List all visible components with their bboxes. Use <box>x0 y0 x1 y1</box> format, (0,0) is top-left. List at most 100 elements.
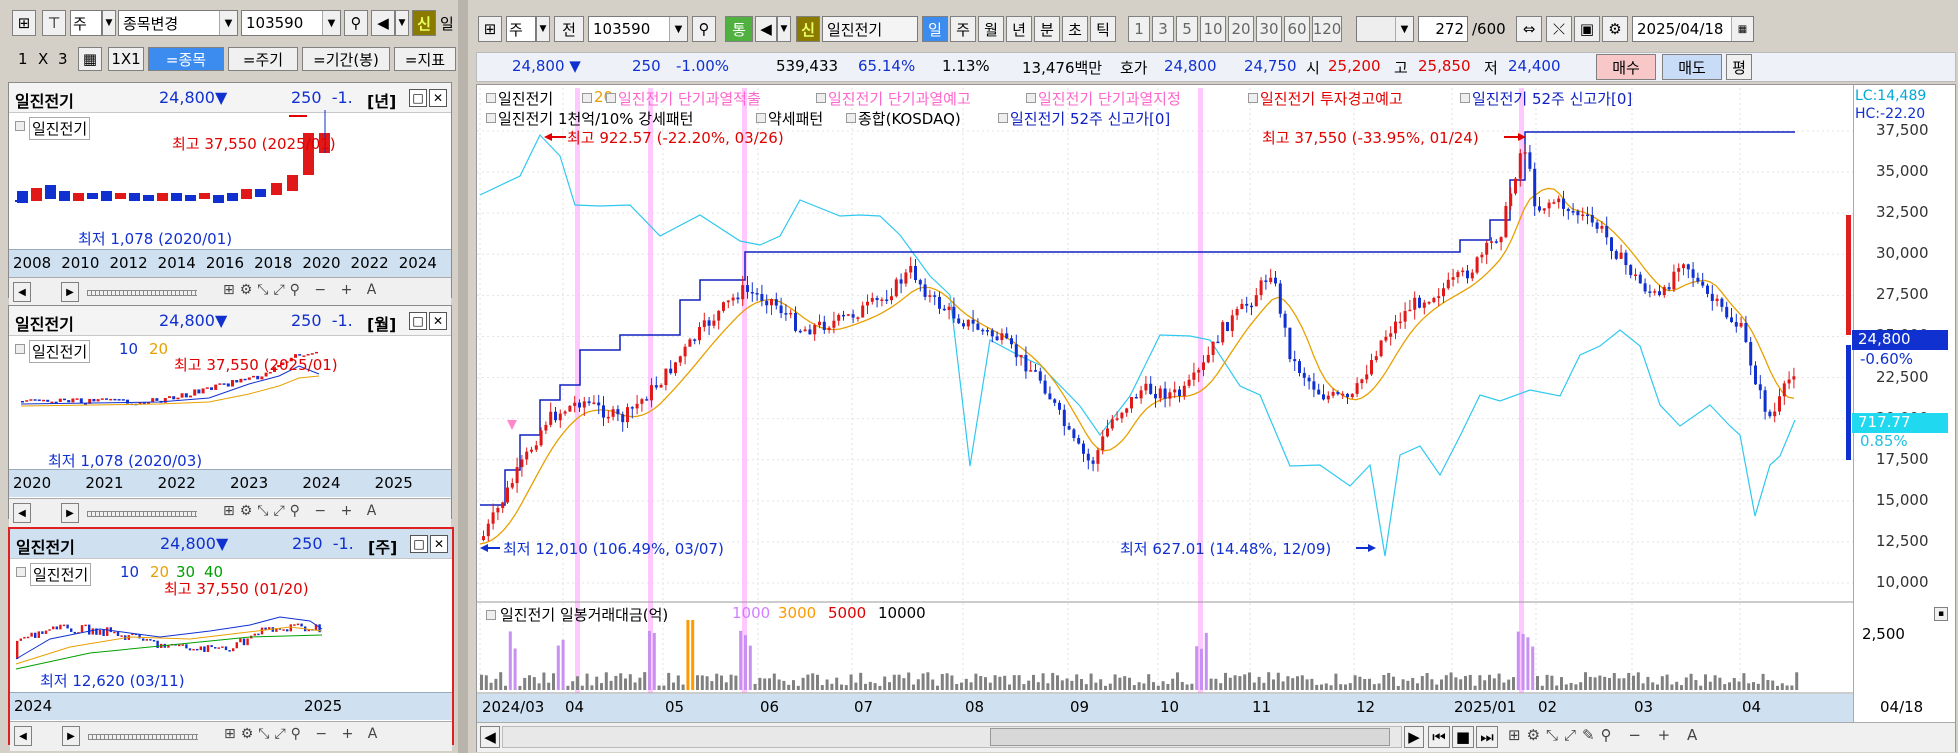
candle <box>1523 152 1527 154</box>
legend-checkbox[interactable] <box>1248 93 1258 103</box>
candle <box>1590 215 1594 223</box>
legend-checkbox[interactable] <box>486 113 496 123</box>
candle <box>1470 272 1474 279</box>
candle <box>1432 297 1436 303</box>
volume-bar <box>1651 682 1655 690</box>
candle <box>1355 383 1359 394</box>
scroll-left-icon[interactable]: ◀ <box>480 726 500 748</box>
legend-checkbox[interactable] <box>582 93 592 103</box>
legend-checkbox[interactable] <box>1460 93 1470 103</box>
volume-bar <box>878 685 882 690</box>
volume-bar <box>1545 674 1549 690</box>
legend-checkbox[interactable] <box>486 93 496 103</box>
stop-icon[interactable]: ■ <box>1452 726 1474 748</box>
candle <box>1384 336 1388 341</box>
volume-bar <box>1593 677 1597 690</box>
volume-bar <box>897 674 901 690</box>
candle <box>904 272 908 284</box>
candle <box>736 297 740 300</box>
candle <box>717 310 721 321</box>
legend-checkbox[interactable] <box>486 610 496 620</box>
candle <box>587 401 591 404</box>
candle <box>1485 242 1489 255</box>
volume-bar <box>561 639 565 690</box>
volume-bar <box>1382 674 1386 690</box>
volume-legend-item: 일진전기 일봉거래대금(억) <box>500 606 669 624</box>
x-axis-label: 04 <box>1742 698 1762 716</box>
volume-bar <box>940 674 944 690</box>
volume-bar <box>1372 684 1376 690</box>
last-icon[interactable]: ⏭ <box>1476 726 1498 748</box>
candle <box>1398 321 1402 324</box>
volume-bar <box>633 682 637 690</box>
volume-bar <box>571 681 575 690</box>
candle <box>846 314 850 316</box>
candle <box>1691 269 1695 278</box>
volume-bar <box>1180 682 1184 690</box>
tool-icons[interactable]: ⊞⚙⤡⤢✎⚲ − + A <box>1508 726 1703 744</box>
candle <box>1389 333 1393 337</box>
volume-bar <box>1204 632 1208 690</box>
candle <box>832 320 836 328</box>
legend-checkbox[interactable] <box>756 113 766 123</box>
volume-bar <box>523 677 527 690</box>
candle <box>986 330 989 332</box>
volume-bar <box>1012 675 1016 690</box>
candle <box>645 399 649 401</box>
volume-bar <box>513 648 517 690</box>
legend-checkbox[interactable] <box>606 93 616 103</box>
volume-bar <box>628 674 632 690</box>
x-axis-label: 03 <box>1634 698 1654 716</box>
legend-checkbox[interactable] <box>816 93 826 103</box>
candle <box>515 467 519 484</box>
candle <box>914 266 917 281</box>
expand-icon[interactable]: ▪ <box>1934 607 1948 621</box>
candle <box>1106 428 1109 437</box>
volume-bar <box>806 674 810 690</box>
scrollbar-thumb[interactable] <box>990 728 1390 746</box>
volume-bar <box>1387 672 1391 690</box>
candle <box>698 327 701 341</box>
volume-bar <box>840 684 843 690</box>
volume-bar <box>1300 675 1304 690</box>
volume-bar <box>1531 646 1535 690</box>
candle <box>1408 309 1412 312</box>
candle <box>890 296 893 301</box>
volume-bar <box>1574 684 1578 690</box>
volume-bar <box>1468 674 1472 690</box>
y-tick-label: 10,000 <box>1876 573 1929 591</box>
candle <box>635 403 639 409</box>
volume-bar <box>1060 680 1064 690</box>
candle <box>1475 257 1479 273</box>
candle <box>1182 385 1186 397</box>
volume-bar <box>1166 683 1170 690</box>
candle <box>688 339 692 347</box>
candle <box>1379 340 1383 357</box>
volume-bar <box>1104 685 1107 690</box>
candle <box>606 416 610 419</box>
volume-bar <box>1377 683 1381 690</box>
y-tick-label: 17,500 <box>1876 449 1929 468</box>
volume-bar <box>1612 673 1616 690</box>
first-icon[interactable]: ⏮ <box>1428 726 1450 748</box>
volume-bar <box>1329 685 1333 690</box>
candle <box>1686 264 1690 270</box>
candle <box>861 305 865 318</box>
candle <box>1269 277 1273 283</box>
candle <box>544 424 548 431</box>
scroll-right-icon[interactable]: ▶ <box>1404 726 1424 748</box>
legend-checkbox[interactable] <box>998 113 1008 123</box>
candle <box>669 368 673 374</box>
volume-bar <box>1632 675 1635 690</box>
volume-bar <box>499 672 503 690</box>
legend-checkbox[interactable] <box>846 113 856 123</box>
volume-bar <box>1646 676 1650 690</box>
volume-bar <box>1315 684 1319 690</box>
volume-bar <box>921 673 925 690</box>
candle <box>573 402 577 406</box>
volume-bar <box>782 680 786 690</box>
candle <box>602 405 605 418</box>
legend-checkbox[interactable] <box>1026 93 1036 103</box>
candle <box>520 459 524 468</box>
candle <box>933 295 937 297</box>
